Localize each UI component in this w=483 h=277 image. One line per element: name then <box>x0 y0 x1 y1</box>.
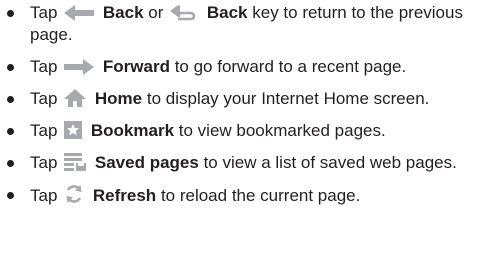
list-item-saved-pages: Tap Saved pages to view a list of saved … <box>0 152 483 174</box>
item-pre: Tap <box>30 121 58 140</box>
item-post: to view bookmarked pages. <box>178 121 386 140</box>
item-bold-back-key: Back <box>206 3 248 22</box>
bullet <box>7 64 14 71</box>
item-bold-bookmark: Bookmark <box>90 121 175 140</box>
bullet <box>7 192 14 199</box>
item-pre: Tap <box>30 3 58 22</box>
item-pre: Tap <box>30 89 58 108</box>
item-bold-refresh: Refresh <box>92 186 157 205</box>
item-post: to reload the current page. <box>160 186 361 205</box>
item-post: to display your Internet Home screen. <box>146 89 430 108</box>
item-post: to view a list of saved web pages. <box>203 153 457 172</box>
list-item-forward: Tap Forward to go forward to a recent pa… <box>0 56 483 78</box>
bullet <box>7 10 14 17</box>
list-item-back: Tap Back or Back key to return to the pr… <box>0 2 483 46</box>
forward-arrow-icon <box>64 59 95 75</box>
item-mid: or <box>148 3 164 22</box>
item-bold-back: Back <box>102 3 144 22</box>
list-item-home: Tap Home to display your Internet Home s… <box>0 88 483 110</box>
list-item-bookmark: Tap Bookmark to view bookmarked pages. <box>0 120 483 142</box>
bullet <box>7 128 14 135</box>
bullet <box>7 160 14 167</box>
instruction-list: Tap Back or Back key to return to the pr… <box>0 2 483 217</box>
item-bold-home: Home <box>94 89 143 108</box>
bookmark-icon <box>64 121 83 139</box>
item-pre: Tap <box>30 153 58 172</box>
list-item-refresh: Tap Refresh to reload the current page. <box>0 184 483 207</box>
item-bold-saved-pages: Saved pages <box>94 153 199 172</box>
back-arrow-icon <box>64 5 95 21</box>
item-bold-forward: Forward <box>102 57 170 76</box>
refresh-icon <box>64 184 84 204</box>
back-key-icon <box>170 5 198 21</box>
home-icon <box>64 89 87 107</box>
item-pre: Tap <box>30 186 58 205</box>
item-post: to go forward to a recent page. <box>174 57 407 76</box>
item-pre: Tap <box>30 57 58 76</box>
bullet <box>7 96 14 103</box>
saved-pages-icon <box>64 153 87 171</box>
